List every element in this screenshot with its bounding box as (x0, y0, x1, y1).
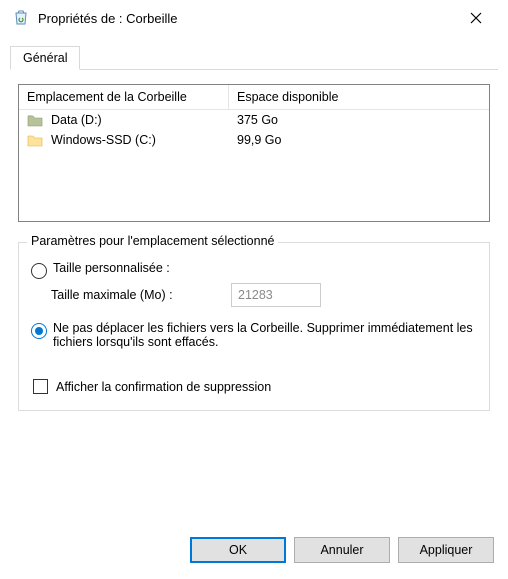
row-space: 99,9 Go (229, 133, 489, 147)
option-confirm-delete[interactable]: Afficher la confirmation de suppression (33, 379, 477, 394)
radio-icon (31, 323, 47, 339)
apply-button[interactable]: Appliquer (398, 537, 494, 563)
titlebar: Propriétés de : Corbeille (0, 0, 508, 36)
checkbox-icon (33, 379, 48, 394)
table-row[interactable]: Windows-SSD (C:) 99,9 Go (19, 130, 489, 150)
ok-button[interactable]: OK (190, 537, 286, 563)
header-space[interactable]: Espace disponible (229, 85, 489, 109)
confirm-delete-label: Afficher la confirmation de suppression (56, 380, 271, 394)
table-header: Emplacement de la Corbeille Espace dispo… (19, 85, 489, 110)
option-no-move[interactable]: Ne pas déplacer les fichiers vers la Cor… (31, 321, 477, 349)
custom-size-label: Taille personnalisée : (53, 261, 477, 275)
settings-group: Paramètres pour l'emplacement sélectionn… (18, 242, 490, 411)
row-name: Data (D:) (51, 113, 102, 127)
row-name: Windows-SSD (C:) (51, 133, 156, 147)
header-location[interactable]: Emplacement de la Corbeille (19, 85, 229, 109)
close-button[interactable] (456, 4, 496, 32)
folder-icon (27, 133, 43, 147)
locations-table: Emplacement de la Corbeille Espace dispo… (18, 84, 490, 222)
max-size-input (231, 283, 321, 307)
max-size-label: Taille maximale (Mo) : (51, 288, 231, 302)
row-space: 375 Go (229, 113, 489, 127)
cancel-button[interactable]: Annuler (294, 537, 390, 563)
tab-content: Emplacement de la Corbeille Espace dispo… (0, 70, 508, 421)
window-title: Propriétés de : Corbeille (38, 11, 456, 26)
tabstrip: Général (0, 36, 508, 70)
radio-icon (31, 263, 47, 279)
dialog-buttons: OK Annuler Appliquer (0, 527, 508, 573)
option-custom-size[interactable]: Taille personnalisée : (31, 261, 477, 279)
tab-general[interactable]: Général (10, 46, 80, 70)
recycle-bin-icon (12, 9, 30, 27)
folder-icon (27, 113, 43, 127)
no-move-label: Ne pas déplacer les fichiers vers la Cor… (53, 321, 477, 349)
group-legend: Paramètres pour l'emplacement sélectionn… (27, 234, 278, 248)
table-row[interactable]: Data (D:) 375 Go (19, 110, 489, 130)
